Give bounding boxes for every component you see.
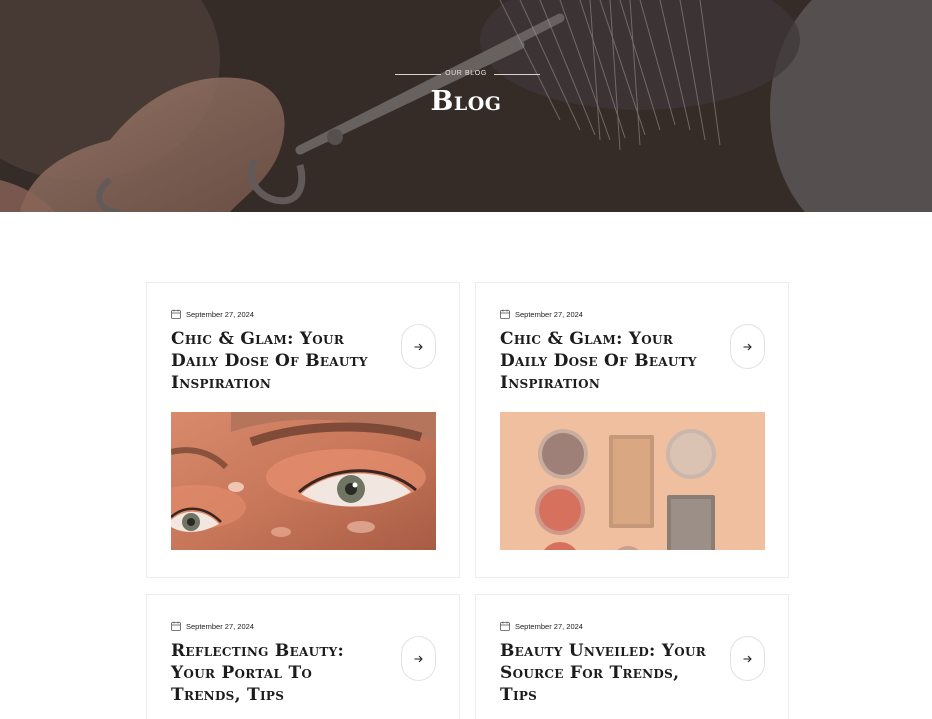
read-more-button[interactable]: [730, 636, 765, 681]
kicker-line-right: [494, 74, 540, 75]
page-title: Blog: [430, 86, 502, 117]
post-date-text: September 27, 2024: [515, 621, 583, 631]
post-title[interactable]: Chic & Glam: Your Daily Dose Of Beauty I…: [171, 328, 381, 394]
blog-card: September 27, 2024 Beauty Unveiled: Your…: [475, 594, 789, 719]
post-date-text: September 27, 2024: [186, 621, 254, 631]
hero-kicker: Our Blog: [445, 70, 487, 77]
post-title[interactable]: Chic & Glam: Your Daily Dose Of Beauty I…: [500, 328, 710, 394]
blog-card: September 27, 2024 Chic & Glam: Your Dai…: [146, 282, 460, 578]
calendar-icon: [500, 309, 510, 319]
post-date: September 27, 2024: [500, 309, 583, 319]
calendar-icon: [171, 621, 181, 631]
post-image-eye-makeup[interactable]: [171, 412, 436, 550]
hero-banner: Our Blog Blog: [0, 0, 932, 212]
post-date-text: September 27, 2024: [515, 309, 583, 319]
read-more-button[interactable]: [401, 636, 436, 681]
read-more-button[interactable]: [401, 324, 436, 369]
calendar-icon: [500, 621, 510, 631]
arrow-right-icon: [743, 655, 752, 662]
post-date: September 27, 2024: [171, 309, 254, 319]
post-date-text: September 27, 2024: [186, 309, 254, 319]
blog-card: September 27, 2024 Chic & Glam: Your Dai…: [475, 282, 789, 578]
calendar-icon: [171, 309, 181, 319]
arrow-right-icon: [743, 343, 752, 350]
arrow-right-icon: [414, 655, 423, 662]
blog-card: September 27, 2024 Reflecting Beauty: Yo…: [146, 594, 460, 719]
post-image-eyeshadow-palette[interactable]: [500, 412, 765, 550]
read-more-button[interactable]: [730, 324, 765, 369]
post-title[interactable]: Reflecting Beauty: Your Portal To Trends…: [171, 640, 381, 706]
post-date: September 27, 2024: [500, 621, 583, 631]
arrow-right-icon: [414, 343, 423, 350]
post-title[interactable]: Beauty Unveiled: Your Source For Trends,…: [500, 640, 710, 706]
post-date: September 27, 2024: [171, 621, 254, 631]
